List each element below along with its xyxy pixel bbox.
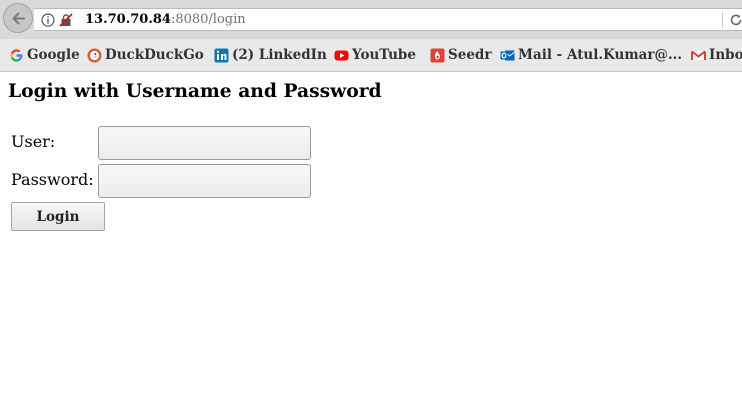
gmail-icon: [691, 50, 706, 60]
url-text: 13.70.70.84:8080/login: [85, 12, 246, 28]
username-input[interactable]: [98, 126, 311, 160]
password-input[interactable]: [98, 164, 311, 198]
reload-icon[interactable]: [729, 13, 742, 27]
info-icon[interactable]: [41, 13, 55, 27]
url-host: 13.70.70.84: [85, 12, 171, 27]
back-arrow-icon: [12, 12, 25, 25]
outlook-icon: [500, 50, 515, 61]
address-bar[interactable]: 13.70.70.84:8080/login: [34, 8, 742, 31]
insecure-lock-icon[interactable]: [59, 13, 73, 27]
bookmark-label: Google: [27, 47, 80, 63]
seedr-icon: [430, 48, 445, 63]
bookmark-label: (2) LinkedIn: [232, 47, 327, 63]
youtube-icon: [334, 50, 349, 61]
login-button[interactable]: Login: [11, 202, 105, 231]
duckduckgo-icon: [87, 48, 102, 63]
google-icon: [10, 49, 23, 62]
linkedin-icon: [214, 48, 229, 63]
url-divider: [722, 12, 723, 28]
bookmark-label: YouTube: [352, 47, 416, 63]
bookmark-label: Seedr: [448, 47, 492, 63]
bookmark-label: DuckDuckGo: [105, 47, 204, 63]
bookmarks-bar: Google DuckDuckGo (2) LinkedIn YouTube S…: [0, 39, 742, 72]
browser-nav-bar: 13.70.70.84:8080/login: [0, 0, 742, 39]
bookmark-label: Inbo: [709, 47, 742, 63]
user-label: User:: [11, 132, 56, 151]
back-button[interactable]: [3, 3, 33, 33]
page-title: Login with Username and Password: [8, 80, 382, 102]
url-path: :8080/login: [170, 12, 246, 27]
password-label: Password:: [11, 170, 94, 189]
bookmark-label: Mail - Atul.Kumar@...: [518, 47, 683, 63]
